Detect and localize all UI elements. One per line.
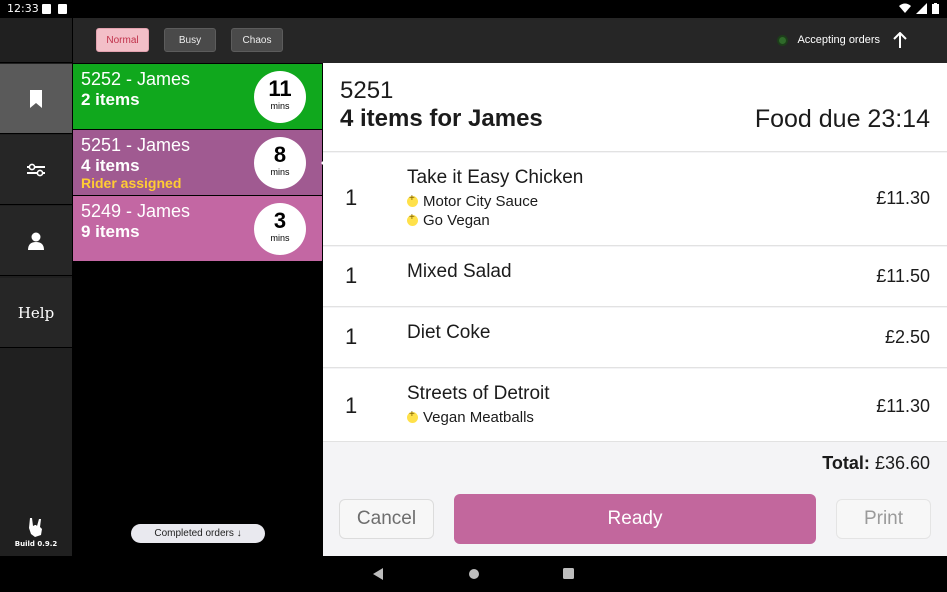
tablet-screen: 12:33 Help Build 0.9.2 Normal Busy Chaos… — [0, 0, 947, 592]
line-price: £11.30 — [876, 396, 930, 416]
bookmark-icon — [30, 89, 42, 108]
line-qty: 1 — [345, 185, 358, 210]
line-price: £11.30 — [876, 188, 930, 208]
build-label: Build 0.9.2 — [14, 540, 58, 548]
top-toolbar: Normal Busy Chaos Accepting orders — [73, 18, 947, 63]
minutes-unit: mins — [270, 167, 290, 177]
line-modifier: Go Vegan — [407, 212, 490, 229]
minutes-value: 8 — [273, 142, 287, 167]
minutes-value: 3 — [273, 208, 287, 233]
help-label: Help — [17, 303, 55, 322]
notification-icon — [42, 4, 51, 14]
line-modifier: Motor City Sauce — [407, 193, 538, 210]
order-total: Total: £36.60 — [822, 453, 930, 474]
person-icon — [28, 232, 44, 250]
line-qty: 1 — [345, 263, 358, 288]
minutes-unit: mins — [270, 233, 290, 243]
line-name: Streets of Detroit — [407, 383, 550, 404]
order-list: 5252 - James 2 items 11 mins 5251 - Jame… — [73, 63, 329, 556]
order-card-selected[interactable]: 5251 - James 4 items Rider assigned 8 mi… — [73, 130, 329, 195]
minutes-badge: 3 mins — [254, 203, 306, 255]
cancel-button[interactable]: Cancel — [339, 499, 434, 539]
mode-chaos-button[interactable]: Chaos — [231, 28, 283, 52]
order-detail-panel: 5251 4 items for James Food due 23:14 1 … — [323, 63, 947, 556]
order-header: 5251 4 items for James Food due 23:14 — [323, 63, 947, 152]
ready-button[interactable]: Ready — [454, 494, 816, 544]
order-line: 1 Take it Easy Chicken Motor City Sauce … — [323, 153, 947, 246]
completed-orders-button[interactable]: Completed orders ↓ — [131, 524, 265, 543]
arrow-up-icon — [893, 32, 907, 48]
rail-settings-button[interactable] — [0, 135, 72, 205]
plus-icon — [407, 212, 418, 226]
order-card[interactable]: 5252 - James 2 items 11 mins — [73, 64, 322, 129]
accepting-orders-status[interactable]: Accepting orders — [777, 32, 907, 48]
order-line: 1 Mixed Salad £11.50 — [323, 247, 947, 307]
order-title: 5249 - James — [81, 201, 191, 221]
order-item-count: 9 items — [81, 222, 140, 241]
sd-card-icon — [58, 4, 67, 14]
order-item-count: 4 items — [81, 156, 140, 175]
modifier-label: Motor City Sauce — [423, 193, 539, 210]
line-modifier: Vegan Meatballs — [407, 409, 534, 426]
clock: 12:33 — [7, 2, 39, 15]
print-button[interactable]: Print — [836, 499, 931, 539]
minutes-badge: 8 mins — [254, 137, 306, 189]
order-line: 1 Streets of Detroit Vegan Meatballs £11… — [323, 369, 947, 442]
modifier-label: Vegan Meatballs — [423, 409, 534, 426]
minutes-unit: mins — [270, 101, 290, 111]
line-name: Diet Coke — [407, 322, 491, 343]
order-title: 5252 - James — [81, 69, 191, 89]
modifier-label: Go Vegan — [423, 212, 490, 229]
mode-normal-button[interactable]: Normal — [96, 28, 149, 52]
order-item-count: 2 items — [81, 90, 140, 109]
order-line: 1 Diet Coke £2.50 — [323, 308, 947, 368]
line-qty: 1 — [345, 393, 358, 418]
rail-header — [0, 18, 72, 63]
plus-icon — [407, 193, 418, 207]
minutes-badge: 11 mins — [254, 71, 306, 123]
nav-rail: Help Build 0.9.2 — [0, 18, 72, 556]
accepting-orders-label: Accepting orders — [797, 34, 880, 46]
plus-icon — [407, 409, 418, 423]
back-icon[interactable] — [372, 568, 384, 580]
line-price: £11.50 — [876, 266, 930, 286]
status-dot-icon — [777, 34, 789, 46]
home-icon[interactable] — [468, 568, 480, 580]
status-bar: 12:33 — [0, 0, 947, 18]
total-value: £36.60 — [874, 453, 930, 473]
recents-icon[interactable] — [563, 568, 574, 579]
mode-busy-button[interactable]: Busy — [164, 28, 216, 52]
sliders-icon — [27, 163, 45, 176]
rail-orders-button[interactable] — [0, 64, 72, 134]
order-title: 5251 - James — [81, 135, 191, 155]
system-nav-bar — [0, 556, 947, 592]
wifi-icon — [899, 3, 911, 13]
line-name: Mixed Salad — [407, 261, 512, 282]
line-qty: 1 — [345, 324, 358, 349]
order-number: 5251 — [340, 77, 394, 104]
rock-hand-icon — [29, 518, 42, 537]
rail-help-button[interactable]: Help — [0, 278, 72, 348]
food-due-time: Food due 23:14 — [754, 105, 930, 133]
signal-icon — [916, 3, 927, 14]
order-card[interactable]: 5249 - James 9 items 3 mins — [73, 196, 322, 261]
total-label: Total: — [822, 453, 870, 473]
order-summary: 4 items for James — [340, 105, 543, 132]
line-name: Take it Easy Chicken — [407, 167, 584, 188]
minutes-value: 11 — [268, 76, 292, 101]
line-price: £2.50 — [884, 327, 930, 347]
battery-icon — [932, 3, 939, 14]
brand-logo: Build 0.9.2 — [0, 516, 72, 548]
rail-profile-button[interactable] — [0, 206, 72, 276]
rider-status: Rider assigned — [81, 175, 182, 191]
